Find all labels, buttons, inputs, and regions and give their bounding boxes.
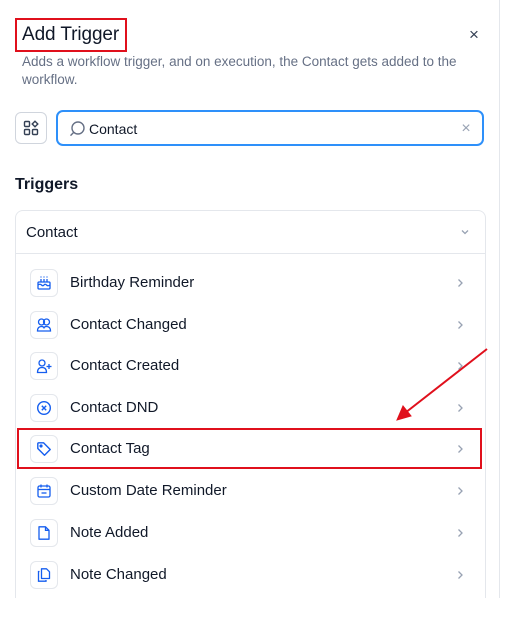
category-grid-button[interactable]	[15, 112, 47, 144]
grid-icon	[23, 120, 39, 136]
x-circle-icon	[30, 394, 58, 422]
clear-search-icon[interactable]: ×	[458, 120, 474, 138]
trigger-item-label: Note Added	[70, 524, 149, 541]
trigger-item-note-changed[interactable]: Note Changed	[15, 555, 476, 595]
trigger-item-custom-date-reminder[interactable]: Custom Date Reminder	[15, 471, 476, 511]
chevron-right-icon	[458, 321, 463, 329]
trigger-item-label: Contact Created	[70, 357, 180, 374]
chevron-right-icon	[458, 571, 463, 579]
chevron-right-icon	[458, 404, 463, 412]
trigger-item-note-added[interactable]: Note Added	[15, 513, 476, 553]
cake-icon	[30, 269, 58, 297]
users-icon	[30, 311, 58, 339]
search-input[interactable]	[89, 119, 449, 139]
trigger-item-label: Contact DND	[70, 399, 159, 416]
contact-group-title: Contact	[26, 224, 78, 241]
contact-tag-annotation-box	[17, 428, 482, 469]
calendar-icon	[30, 477, 58, 505]
chevron-down-icon	[461, 230, 469, 235]
chevron-right-icon	[458, 362, 463, 370]
trigger-item-contact-changed[interactable]: Contact Changed	[15, 305, 476, 345]
chevron-right-icon	[458, 279, 463, 287]
chevron-right-icon	[458, 487, 463, 495]
trigger-item-label: Custom Date Reminder	[70, 482, 227, 499]
file-icon	[30, 519, 58, 547]
close-button[interactable]: ×	[464, 24, 484, 46]
panel-title: Add Trigger	[22, 24, 120, 45]
trigger-item-label: Note Changed	[70, 566, 167, 583]
trigger-item-birthday-reminder[interactable]: Birthday Reminder	[15, 263, 476, 303]
files-icon	[30, 561, 58, 589]
trigger-item-contact-dnd[interactable]: Contact DND	[15, 388, 476, 428]
trigger-item-label: Contact Changed	[70, 316, 187, 333]
triggers-section-title: Triggers	[15, 176, 79, 193]
search-icon	[70, 121, 85, 137]
trigger-item-label: Birthday Reminder	[70, 274, 195, 291]
panel-subtitle: Adds a workflow trigger, and on executio…	[22, 54, 457, 87]
user-plus-icon	[30, 352, 58, 380]
trigger-item-contact-created[interactable]: Contact Created	[15, 346, 476, 386]
search-field[interactable]: ×	[56, 110, 484, 146]
contact-group-header[interactable]: Contact	[16, 211, 485, 254]
chevron-right-icon	[458, 529, 463, 537]
add-trigger-panel: Add Trigger × Adds a workflow trigger, a…	[0, 0, 500, 598]
